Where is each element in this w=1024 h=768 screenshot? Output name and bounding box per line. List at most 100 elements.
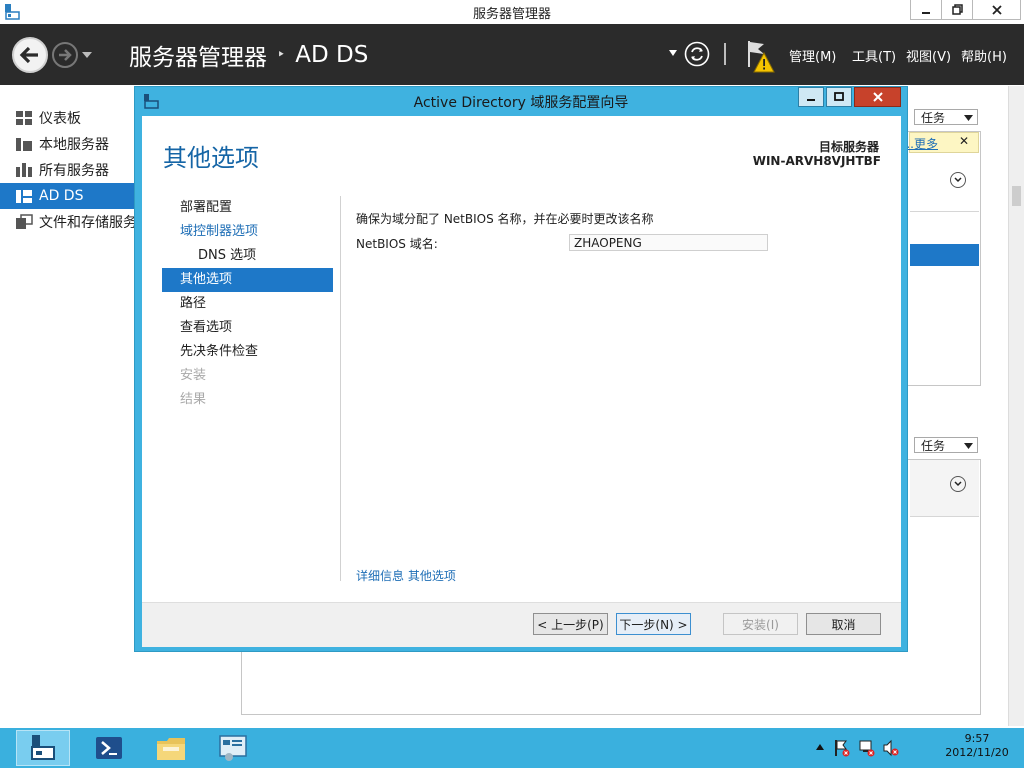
notifications-flag-icon[interactable] bbox=[744, 39, 776, 75]
step-dns-options[interactable]: DNS 选项 bbox=[162, 244, 333, 268]
menu-tools[interactable]: 工具(T) bbox=[852, 46, 896, 65]
page-title: 其他选项 bbox=[163, 144, 259, 172]
menu-help[interactable]: 帮助(H) bbox=[961, 46, 1007, 65]
step-paths[interactable]: 路径 bbox=[162, 292, 333, 316]
step-results: 结果 bbox=[180, 392, 207, 407]
close-icon bbox=[991, 4, 1002, 15]
left-navigation: 仪表板 本地服务器 所有服务器 AD DS 文件和存储服务 bbox=[0, 105, 134, 235]
local-server-icon bbox=[16, 138, 32, 151]
expand-icon[interactable] bbox=[950, 476, 966, 492]
notification-bar: 更多... ✕ bbox=[908, 132, 979, 153]
chevron-down-icon bbox=[954, 177, 962, 183]
server-manager-icon bbox=[31, 735, 55, 760]
nav-item-all-servers[interactable]: 所有服务器 bbox=[0, 157, 134, 183]
next-button[interactable]: 下一步(N) > bbox=[616, 613, 691, 635]
refresh-icon[interactable] bbox=[684, 41, 710, 67]
nav-item-file-storage[interactable]: 文件和存储服务 bbox=[0, 209, 134, 235]
dialog-maximize-button[interactable] bbox=[826, 87, 852, 107]
restore-button[interactable] bbox=[941, 0, 973, 20]
close-button[interactable] bbox=[972, 0, 1021, 20]
steps-divider bbox=[340, 196, 341, 581]
ad-ds-icon bbox=[16, 190, 32, 203]
forward-button[interactable] bbox=[51, 41, 79, 69]
window-title: 服务器管理器 bbox=[472, 7, 551, 22]
vertical-scrollbar[interactable] bbox=[1008, 86, 1024, 726]
background-selected-row bbox=[910, 244, 979, 266]
step-review-options[interactable]: 查看选项 bbox=[162, 316, 333, 340]
step-deployment-config[interactable]: 部署配置 bbox=[162, 196, 333, 220]
control-panel-icon bbox=[219, 735, 247, 761]
tasks-dropdown-bottom[interactable]: 任务 bbox=[914, 437, 978, 453]
step-prereq-check[interactable]: 先决条件检查 bbox=[162, 340, 333, 364]
nav-item-label: AD DS bbox=[39, 188, 84, 204]
more-info-link[interactable]: 详细信息 其他选项 bbox=[356, 567, 456, 584]
nav-item-label: 本地服务器 bbox=[39, 137, 109, 153]
minimize-button[interactable] bbox=[910, 0, 942, 20]
nav-item-label: 文件和存储服务 bbox=[39, 215, 134, 231]
header-dropdown-icon[interactable] bbox=[669, 50, 677, 56]
target-server-label: 目标服务器 bbox=[818, 140, 879, 154]
netbios-label: NetBIOS 域名: bbox=[356, 237, 438, 251]
dialog-close-button[interactable] bbox=[854, 87, 901, 107]
menu-manage[interactable]: 管理(M) bbox=[789, 46, 836, 65]
netbios-domain-field[interactable] bbox=[569, 234, 768, 251]
network-icon[interactable] bbox=[858, 739, 876, 757]
header-divider bbox=[724, 43, 726, 65]
nav-item-label: 仪表板 bbox=[39, 111, 81, 127]
dialog-footer: < 上一步(P) 下一步(N) > 安装(I) 取消 bbox=[142, 602, 901, 647]
taskbar-powershell[interactable] bbox=[82, 730, 136, 766]
nav-item-ad-ds[interactable]: AD DS bbox=[0, 183, 134, 209]
all-servers-icon bbox=[16, 163, 32, 177]
powershell-icon bbox=[96, 737, 122, 759]
expand-icon[interactable] bbox=[950, 172, 966, 188]
background-divider bbox=[910, 211, 979, 212]
previous-button[interactable]: < 上一步(P) bbox=[533, 613, 608, 635]
restore-icon bbox=[951, 4, 963, 15]
breadcrumb-app: 服务器管理器 bbox=[129, 45, 267, 71]
chevron-down-icon bbox=[954, 481, 962, 487]
app-header: 服务器管理器 ‣ AD DS 管理(M) 工具(T) 视图(V) 帮助(H) bbox=[0, 24, 1024, 85]
file-storage-icon bbox=[16, 214, 33, 229]
nav-item-label: 所有服务器 bbox=[39, 163, 109, 179]
background-panel-header bbox=[910, 460, 979, 517]
step-install: 安装 bbox=[180, 368, 207, 383]
history-dropdown-icon[interactable] bbox=[81, 51, 93, 59]
target-server-value: WIN-ARVH8VJHTBF bbox=[752, 154, 881, 168]
breadcrumb-separator: ‣ bbox=[277, 47, 286, 63]
nav-item-dashboard[interactable]: 仪表板 bbox=[0, 105, 134, 131]
taskbar-file-explorer[interactable] bbox=[144, 730, 198, 766]
minimize-icon bbox=[807, 99, 815, 101]
volume-icon[interactable] bbox=[882, 739, 900, 757]
taskbar-clock[interactable]: 9:57 2012/11/20 bbox=[942, 732, 1012, 760]
install-button: 安装(I) bbox=[723, 613, 798, 635]
maximize-icon bbox=[834, 92, 844, 101]
clock-date: 2012/11/20 bbox=[945, 746, 1009, 759]
dialog-titlebar: Active Directory 域服务配置向导 bbox=[135, 87, 907, 114]
breadcrumb: 服务器管理器 ‣ AD DS bbox=[129, 38, 368, 72]
taskbar-control-panel[interactable] bbox=[206, 730, 260, 766]
clock-time: 9:57 bbox=[964, 732, 990, 745]
nav-item-local-server[interactable]: 本地服务器 bbox=[0, 131, 134, 157]
tasks-label: 任务 bbox=[921, 439, 946, 453]
netbios-description: 确保为域分配了 NetBIOS 名称，并在必要时更改该名称 bbox=[356, 212, 654, 226]
menu-view[interactable]: 视图(V) bbox=[906, 46, 951, 65]
minimize-icon bbox=[922, 11, 930, 14]
notification-close-icon[interactable]: ✕ bbox=[959, 134, 969, 148]
back-button[interactable] bbox=[11, 36, 49, 74]
step-additional-options[interactable]: 其他选项 bbox=[162, 268, 333, 292]
cancel-button[interactable]: 取消 bbox=[806, 613, 881, 635]
dashboard-icon bbox=[16, 111, 32, 125]
action-center-icon[interactable] bbox=[834, 739, 850, 757]
taskbar-server-manager[interactable] bbox=[16, 730, 70, 766]
breadcrumb-page: AD DS bbox=[295, 42, 369, 68]
chevron-down-icon bbox=[964, 443, 973, 449]
more-link[interactable]: 更多... bbox=[908, 135, 938, 152]
dialog-body: 其他选项 目标服务器 WIN-ARVH8VJHTBF 部署配置 域控制器选项 D… bbox=[142, 116, 901, 647]
show-hidden-icons-icon[interactable] bbox=[816, 744, 824, 750]
chevron-down-icon bbox=[964, 115, 973, 121]
step-dc-options[interactable]: 域控制器选项 bbox=[162, 220, 333, 244]
dialog-minimize-button[interactable] bbox=[798, 87, 824, 107]
ad-ds-config-wizard: Active Directory 域服务配置向导 其他选项 目标服务器 WIN-… bbox=[134, 86, 908, 652]
scrollbar-thumb[interactable] bbox=[1012, 186, 1021, 206]
tasks-dropdown-top[interactable]: 任务 bbox=[914, 109, 978, 125]
